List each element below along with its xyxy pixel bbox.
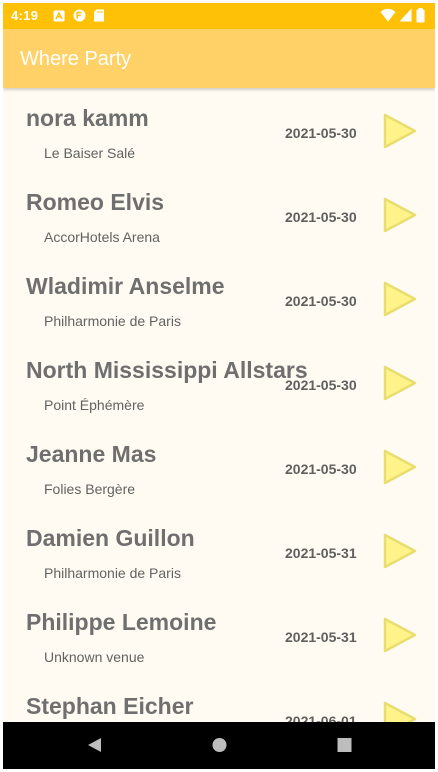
venue-name: Folies Bergère bbox=[44, 481, 136, 497]
recents-icon[interactable] bbox=[337, 737, 352, 758]
signal-icon bbox=[399, 8, 412, 27]
artist-name: North Mississippi Allstars bbox=[26, 357, 308, 383]
event-row[interactable]: Romeo Elvis 2021-05-30 AccorHotels Arena bbox=[3, 172, 435, 256]
venue-name: Philharmonie de Paris bbox=[44, 313, 181, 329]
venue-name: AccorHotels Arena bbox=[44, 229, 160, 245]
play-icon[interactable] bbox=[383, 281, 417, 317]
navigation-bar bbox=[3, 722, 435, 769]
artist-name: Philippe Lemoine bbox=[26, 609, 217, 635]
app-title: Where Party bbox=[20, 48, 132, 70]
artist-name: Wladimir Anselme bbox=[26, 273, 225, 299]
venue-name: Le Baiser Salé bbox=[44, 145, 136, 161]
event-date: 2021-05-30 bbox=[285, 209, 357, 225]
back-icon[interactable] bbox=[87, 737, 102, 758]
event-date: 2021-05-31 bbox=[285, 545, 357, 561]
event-date: 2021-05-30 bbox=[285, 461, 357, 477]
event-row[interactable]: Philippe Lemoine 2021-05-31 Unknown venu… bbox=[3, 592, 435, 676]
phone-screen: 4:19 Where Party nora kamm 2021-05-30 Le… bbox=[3, 3, 435, 769]
event-row[interactable]: North Mississippi Allstars 2021-05-30 Po… bbox=[3, 340, 435, 424]
event-row[interactable]: Stephan Eicher 2021-06-01 bbox=[3, 676, 435, 722]
artist-name: Jeanne Mas bbox=[26, 441, 157, 467]
event-date: 2021-06-01 bbox=[285, 713, 357, 722]
sd-card-icon bbox=[93, 9, 105, 27]
venue-name: Philharmonie de Paris bbox=[44, 565, 181, 581]
event-date: 2021-05-30 bbox=[285, 377, 357, 393]
artist-name: Damien Guillon bbox=[26, 525, 195, 551]
play-icon[interactable] bbox=[383, 365, 417, 401]
home-icon[interactable] bbox=[212, 737, 227, 758]
event-date: 2021-05-30 bbox=[285, 293, 357, 309]
artist-name: Stephan Eicher bbox=[26, 693, 194, 719]
event-row[interactable]: Wladimir Anselme 2021-05-30 Philharmonie… bbox=[3, 256, 435, 340]
app-bar: Where Party bbox=[3, 29, 435, 88]
play-icon[interactable] bbox=[383, 701, 417, 722]
play-icon[interactable] bbox=[383, 449, 417, 485]
play-icon[interactable] bbox=[383, 617, 417, 653]
artist-name: nora kamm bbox=[26, 105, 149, 131]
event-row[interactable]: Jeanne Mas 2021-05-30 Folies Bergère bbox=[3, 424, 435, 508]
play-icon[interactable] bbox=[383, 533, 417, 569]
circle-badge-icon bbox=[73, 9, 86, 27]
event-row[interactable]: nora kamm 2021-05-30 Le Baiser Salé bbox=[3, 88, 435, 172]
event-date: 2021-05-31 bbox=[285, 629, 357, 645]
play-icon[interactable] bbox=[383, 113, 417, 149]
event-row[interactable]: Damien Guillon 2021-05-31 Philharmonie d… bbox=[3, 508, 435, 592]
wifi-icon bbox=[380, 8, 396, 27]
status-time: 4:19 bbox=[11, 8, 39, 23]
battery-icon bbox=[416, 8, 425, 28]
venue-name: Point Éphémère bbox=[44, 397, 145, 413]
venue-name: Unknown venue bbox=[44, 649, 145, 665]
play-icon[interactable] bbox=[383, 197, 417, 233]
event-date: 2021-05-30 bbox=[285, 125, 357, 141]
status-bar: 4:19 bbox=[3, 3, 435, 29]
artist-name: Romeo Elvis bbox=[26, 189, 165, 215]
a-icon bbox=[53, 9, 65, 27]
event-list[interactable]: nora kamm 2021-05-30 Le Baiser Salé Rome… bbox=[3, 88, 435, 722]
